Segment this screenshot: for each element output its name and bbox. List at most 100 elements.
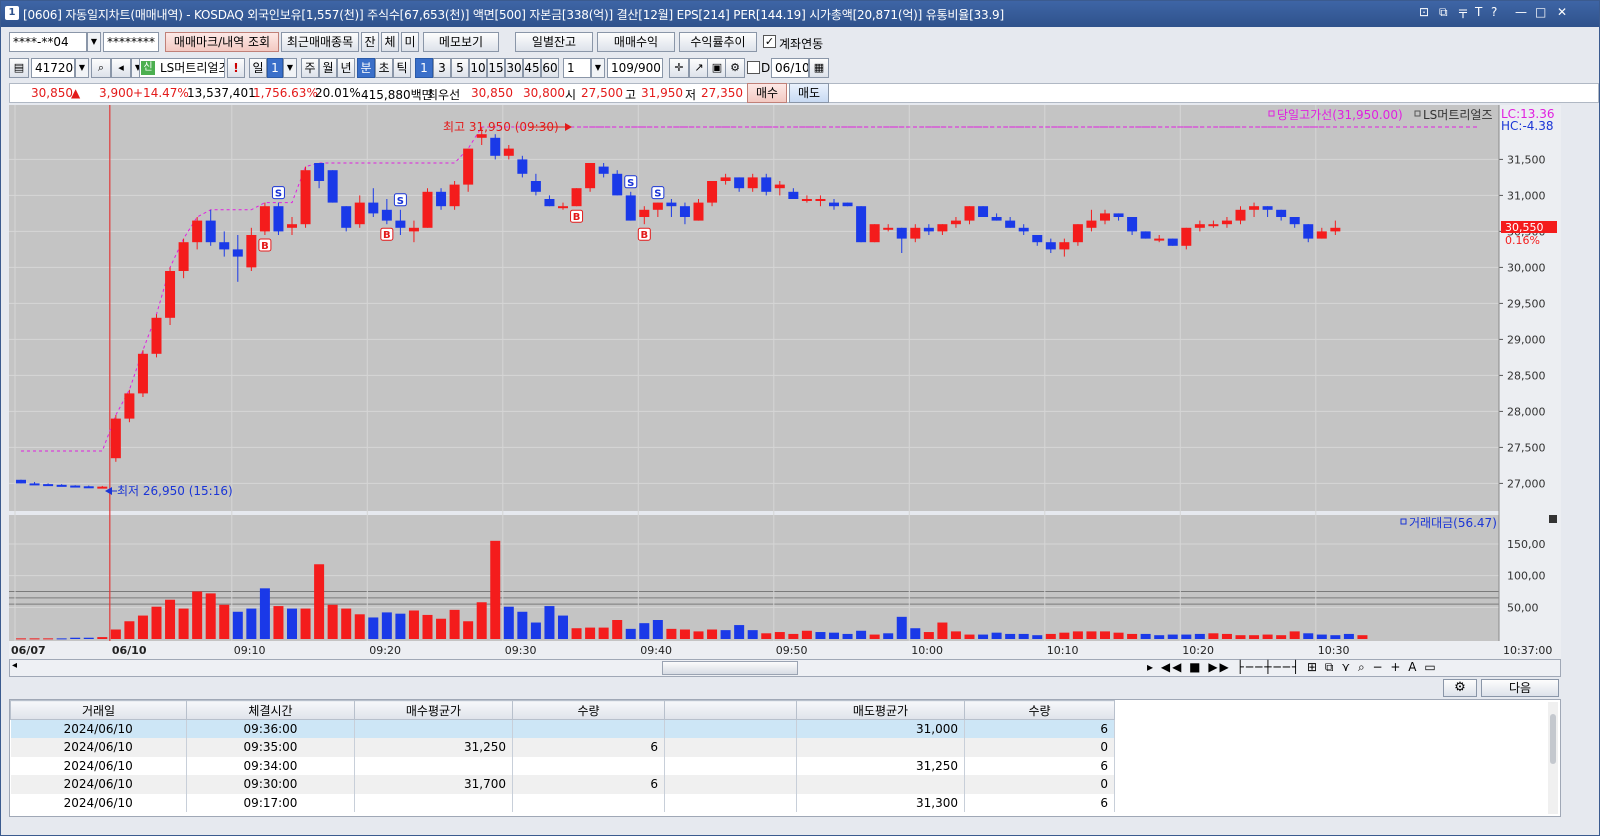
executed-button[interactable]: 체 [381, 32, 399, 52]
col-buy-avg[interactable]: 매수평균가 [354, 700, 513, 720]
return-trend-button[interactable]: 수익률추이 [679, 32, 757, 52]
table-row[interactable]: 2024/06/10 09:17:00 31,300 6 [10, 793, 1115, 812]
date-input[interactable]: 06/10 [771, 58, 809, 78]
table-cell [354, 793, 513, 812]
search-icon[interactable]: ⌕ [91, 58, 111, 78]
period-tick-button[interactable]: 틱 [393, 58, 411, 78]
period-year-button[interactable]: 년 [337, 58, 355, 78]
stock-code-input[interactable]: 417200 [31, 58, 75, 78]
table-row[interactable]: 2024/06/10 09:35:00 31,250 6 0 [10, 738, 1115, 757]
sell-mark-icon[interactable]: S [271, 186, 285, 200]
custom-interval-input[interactable]: 1 [563, 58, 591, 78]
period-minute-button[interactable]: 분 [357, 58, 375, 78]
sell-mark-icon[interactable]: S [393, 193, 407, 207]
buy-button[interactable]: 매수 [747, 83, 787, 103]
scroll-thumb[interactable] [662, 661, 798, 675]
period-second-button[interactable]: 초 [375, 58, 393, 78]
table-row[interactable]: 2024/06/10 09:30:00 31,700 6 0 [10, 775, 1115, 794]
zoom-in-icon[interactable]: + [1390, 660, 1402, 674]
multi-window-icon[interactable]: ⧉ [1439, 5, 1448, 20]
table-vertical-scrollbar[interactable] [1548, 702, 1558, 814]
zoom-out-icon[interactable]: − [1373, 660, 1385, 674]
pin-icon[interactable]: 〒 [1457, 5, 1469, 22]
account-select[interactable]: ****-**04 [9, 32, 87, 52]
balance-button[interactable]: 잔 [361, 32, 379, 52]
scroll-right-icon[interactable]: ▸ [1147, 660, 1155, 674]
volume-bar [300, 608, 311, 639]
col-buy-qty[interactable]: 수량 [512, 700, 665, 720]
dock-icon[interactable]: ⊡ [1419, 5, 1429, 19]
period-value[interactable]: 1 [267, 58, 283, 78]
sell-mark-icon[interactable]: S [651, 186, 665, 200]
period-dropdown-icon[interactable]: ▼ [283, 58, 297, 78]
sell-mark-icon[interactable]: S [624, 175, 638, 189]
buy-mark-icon[interactable]: B [258, 238, 272, 252]
interval-15-button[interactable]: 15 [487, 58, 505, 78]
password-field[interactable]: ******** [103, 32, 159, 52]
line-tool-icon[interactable]: ↗ [689, 58, 709, 78]
maximize-icon[interactable]: □ [1535, 5, 1546, 19]
table-cell: 6 [964, 793, 1115, 812]
save-icon[interactable]: ▣ [707, 58, 727, 78]
date-checkbox[interactable] [747, 61, 760, 74]
recent-trade-stocks-button[interactable]: 최근매매종목 [281, 32, 359, 52]
crosshair-icon[interactable]: ✛ [669, 58, 689, 78]
col-exec-time[interactable]: 체결시간 [186, 700, 355, 720]
col-trade-date[interactable]: 거래일 [10, 700, 187, 720]
volume-bar [273, 606, 284, 639]
zoom-slider[interactable]: ├──┼──┤ [1237, 660, 1302, 674]
period-month-button[interactable]: 월 [319, 58, 337, 78]
chart-type-icon[interactable]: ▤ [9, 58, 29, 78]
settings-icon[interactable]: ⚙ [725, 58, 745, 78]
buy-mark-icon[interactable]: B [637, 227, 651, 241]
interval-30-button[interactable]: 30 [505, 58, 523, 78]
next-page-button[interactable]: 다음 [1481, 679, 1559, 697]
interval-45-button[interactable]: 45 [523, 58, 541, 78]
period-week-button[interactable]: 주 [301, 58, 319, 78]
buy-mark-icon[interactable]: B [380, 227, 394, 241]
scroll-left-icon[interactable]: ◂ [12, 660, 17, 671]
memo-view-button[interactable]: 메모보기 [423, 32, 499, 52]
split-icon[interactable]: ⧉ [1325, 660, 1336, 674]
alert-button[interactable]: ! [227, 58, 245, 78]
sell-button[interactable]: 매도 [789, 83, 829, 103]
custom-interval-dropdown-icon[interactable]: ▼ [591, 58, 605, 78]
interval-10-button[interactable]: 10 [469, 58, 487, 78]
rewind-icon[interactable]: ◀◀ [1161, 660, 1183, 674]
minimize-icon[interactable]: — [1515, 5, 1527, 19]
calendar-icon[interactable]: ▦ [809, 58, 829, 78]
panel-icon[interactable]: ▭ [1424, 660, 1437, 674]
panel-close-icon[interactable] [1549, 515, 1557, 523]
candle-body [1276, 209, 1287, 217]
interval-60-button[interactable]: 60 [541, 58, 559, 78]
account-dropdown-icon[interactable]: ▼ [87, 32, 101, 52]
table-row[interactable]: 2024/06/10 09:34:00 31,250 6 [10, 756, 1115, 775]
trade-profit-button[interactable]: 매매수익 [597, 32, 675, 52]
unexecuted-button[interactable]: 미 [401, 32, 419, 52]
font-size-icon[interactable]: T [1475, 5, 1482, 19]
stock-code-dropdown-icon[interactable]: ▼ [75, 58, 89, 78]
table-settings-icon[interactable]: ⚙ [1443, 679, 1477, 697]
buy-mark-icon[interactable]: B [570, 209, 584, 223]
text-tool-icon[interactable]: A [1408, 660, 1418, 674]
magnify-icon[interactable]: ⌕ [1358, 660, 1367, 674]
col-sell-qty[interactable]: 수량 [964, 700, 1115, 720]
account-link-checkbox[interactable]: ✓ [763, 35, 776, 48]
candlestick-chart[interactable]: B S B S B S B S 27,000 27,500 28,000 28,500 29,000 2… [9, 105, 1561, 659]
close-icon[interactable]: ✕ [1557, 5, 1567, 19]
sound-icon[interactable]: ◂ [111, 58, 131, 78]
col-sell-avg[interactable]: 매도평균가 [796, 700, 965, 720]
stop-icon[interactable]: ■ [1189, 660, 1202, 674]
layout-icon[interactable]: ⊞ [1307, 660, 1319, 674]
period-day-button[interactable]: 일 [249, 58, 267, 78]
help-icon[interactable]: ? [1491, 5, 1497, 19]
draw-tools-icon[interactable]: ⋎ [1341, 660, 1352, 674]
daily-balance-button[interactable]: 일별잔고 [515, 32, 593, 52]
interval-3-button[interactable]: 3 [433, 58, 451, 78]
interval-1-button[interactable]: 1 [415, 58, 433, 78]
fast-forward-icon[interactable]: ▶▶ [1208, 660, 1230, 674]
data-count-field[interactable]: 109/900 [607, 58, 663, 78]
table-row[interactable]: 2024/06/10 09:36:00 31,000 6 [10, 719, 1115, 738]
trade-mark-query-button[interactable]: 매매마크/내역 조회 [165, 32, 279, 52]
interval-5-button[interactable]: 5 [451, 58, 469, 78]
